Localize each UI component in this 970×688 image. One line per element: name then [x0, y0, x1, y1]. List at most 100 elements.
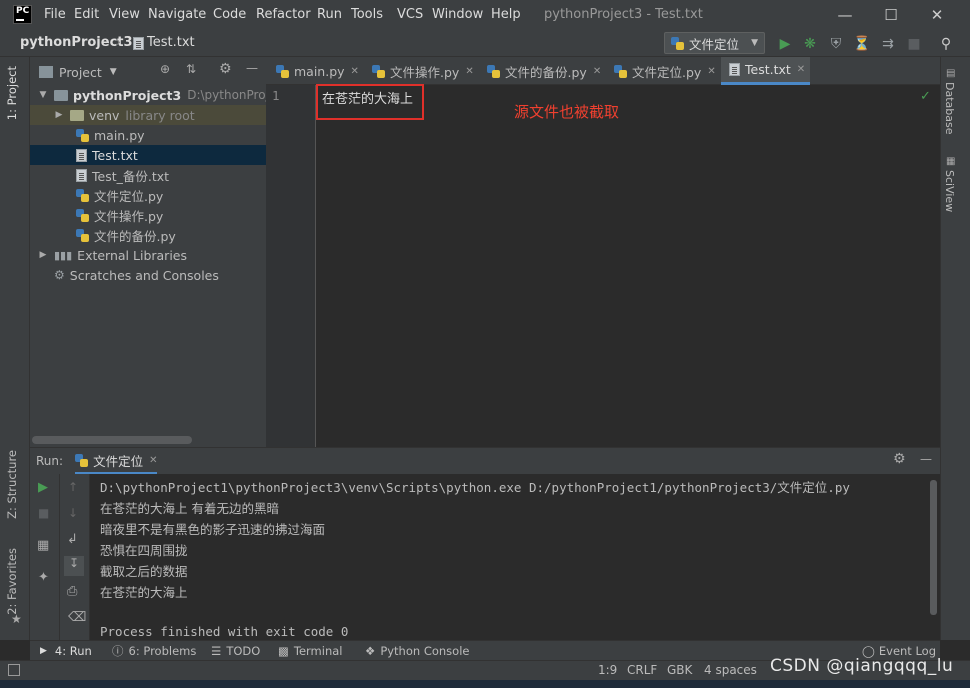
stop-icon[interactable]: ■ — [38, 506, 49, 520]
expand-right-icon[interactable]: ▶ — [52, 110, 66, 120]
tool-tab-run[interactable]: ▶ 4: Run — [40, 641, 92, 661]
tool-tab-python-console-label: Python Console — [380, 644, 470, 658]
close-icon[interactable]: ✕ — [797, 64, 805, 75]
status-position[interactable]: 1:9 — [598, 663, 617, 677]
editor-tab[interactable]: 文件的备份.py ✕ — [479, 57, 601, 85]
tool-tab-python-console[interactable]: ❖ Python Console — [365, 641, 469, 661]
editor-tab-bar: main.py ✕ 文件操作.py ✕ 文件的备份.py ✕ 文件定位.py ✕… — [266, 57, 940, 85]
status-encoding[interactable]: GBK — [667, 663, 692, 677]
menu-edit[interactable]: Edit — [74, 7, 99, 22]
close-icon[interactable]: ✕ — [593, 66, 601, 77]
soft-wrap-icon[interactable]: ↲ — [67, 532, 78, 547]
run-config-selector[interactable]: 文件定位 ▼ — [664, 32, 765, 54]
stop-icon[interactable]: ■ — [904, 34, 924, 54]
chevron-down-icon[interactable]: ▼ — [110, 67, 117, 77]
expand-down-icon[interactable]: ▼ — [36, 90, 50, 100]
tree-item-file[interactable]: main.py — [30, 125, 266, 145]
close-icon[interactable]: ✕ — [351, 66, 359, 77]
close-icon[interactable]: ✕ — [465, 66, 473, 77]
expand-right-icon[interactable]: ▶ — [36, 250, 50, 260]
gear-icon[interactable]: ⚙ — [893, 451, 906, 467]
console-line: 暗夜里不是有黑色的影子迅速的拂过海面 — [100, 522, 326, 537]
collapse-all-icon[interactable]: ⇅ — [186, 62, 196, 76]
layout-toggle-icon[interactable] — [8, 664, 20, 676]
tool-tab-favorites[interactable]: 2: Favorites — [5, 548, 19, 615]
tool-tab-terminal[interactable]: ▩ Terminal — [278, 641, 342, 661]
tool-tab-structure[interactable]: Z: Structure — [5, 450, 19, 519]
tree-item-file-selected[interactable]: Test.txt — [30, 145, 266, 165]
editor-tab[interactable]: 文件定位.py ✕ — [606, 57, 716, 85]
status-indent[interactable]: 4 spaces — [704, 663, 757, 677]
concurrency-icon[interactable]: ⇉ — [878, 34, 898, 54]
tool-tab-problems[interactable]: ⓘ 6: Problems — [112, 641, 196, 661]
run-toolbar-right: ↑ ↓ ↲ ↧ ⎙ ⌫ — [60, 474, 90, 640]
run-label: Run: — [36, 454, 64, 468]
close-icon[interactable]: ✕ — [149, 455, 157, 466]
menu-vcs[interactable]: VCS — [397, 7, 423, 22]
tree-item-scratches[interactable]: ⚙ Scratches and Consoles — [30, 265, 266, 285]
editor-tab-active[interactable]: Test.txt ✕ — [721, 57, 810, 85]
close-window-button[interactable]: ✕ — [914, 0, 960, 30]
menu-file[interactable]: File — [44, 7, 66, 22]
up-arrow-icon[interactable]: ↑ — [68, 480, 78, 494]
tree-item-file[interactable]: 文件定位.py — [30, 185, 266, 205]
coverage-icon[interactable]: ⛨ — [826, 34, 846, 54]
project-panel-title[interactable]: Project — [59, 65, 102, 80]
code-editor[interactable] — [317, 85, 940, 447]
os-taskbar — [0, 680, 970, 688]
layout-icon[interactable]: ▦ — [37, 538, 49, 553]
rerun-icon[interactable]: ▶ — [38, 480, 48, 495]
hide-icon[interactable]: — — [246, 61, 258, 75]
locate-icon[interactable]: ⊕ — [160, 62, 170, 76]
breadcrumb-file[interactable]: Test.txt — [147, 35, 195, 50]
status-line-separator[interactable]: CRLF — [627, 663, 657, 677]
close-icon[interactable]: ✕ — [707, 66, 715, 77]
menu-run[interactable]: Run — [317, 7, 342, 22]
run-icon: ▶ — [40, 646, 47, 656]
run-tab[interactable]: 文件定位 ✕ — [75, 449, 158, 474]
down-arrow-icon[interactable]: ↓ — [68, 506, 78, 520]
menu-help[interactable]: Help — [491, 7, 521, 22]
pin-icon[interactable]: ✦ — [38, 570, 49, 585]
tree-root-name: pythonProject3 — [73, 87, 182, 103]
vertical-scrollbar[interactable] — [930, 480, 937, 615]
print-icon[interactable]: ⎙ — [67, 584, 77, 599]
tool-tab-database[interactable]: Database — [943, 82, 956, 135]
profile-icon[interactable]: ⏳ — [852, 34, 872, 54]
maximize-button[interactable]: ☐ — [868, 0, 914, 30]
menu-refactor[interactable]: Refactor — [256, 7, 311, 22]
trash-icon[interactable]: ⌫ — [68, 610, 86, 625]
chevron-down-icon: ▼ — [751, 38, 758, 48]
tool-tab-todo-label: TODO — [226, 644, 261, 658]
minimize-button[interactable]: — — [822, 0, 868, 30]
horizontal-scrollbar[interactable] — [32, 436, 192, 444]
debug-icon[interactable]: ❋ — [800, 34, 820, 54]
pycharm-logo: PC — [13, 5, 32, 24]
hide-icon[interactable]: — — [920, 452, 932, 466]
line-number: 1 — [272, 88, 280, 103]
tool-tab-sciview[interactable]: SciView — [943, 170, 956, 212]
tree-item-file[interactable]: 文件的备份.py — [30, 225, 266, 245]
tree-item-file[interactable]: Test_备份.txt — [30, 165, 266, 185]
menu-window[interactable]: Window — [432, 7, 483, 22]
text-file-icon — [133, 37, 144, 50]
project-panel-header: Project ▼ ⊕ ⇅ ⚙ — — [30, 59, 266, 85]
editor-tab[interactable]: 文件操作.py ✕ — [364, 57, 474, 85]
menu-code[interactable]: Code — [213, 7, 246, 22]
menu-view[interactable]: View — [109, 7, 140, 22]
menu-navigate[interactable]: Navigate — [148, 7, 206, 22]
tree-item-root[interactable]: ▼ pythonProject3 D:\pythonProjec — [30, 85, 283, 105]
tree-item-file[interactable]: 文件操作.py — [30, 205, 266, 225]
tree-item-venv[interactable]: ▶ venv library root — [30, 105, 266, 125]
gear-icon[interactable]: ⚙ — [219, 61, 232, 77]
search-icon[interactable]: ⚲ — [936, 34, 956, 54]
tree-item-external-libraries[interactable]: ▶ ▮▮▮ External Libraries — [30, 245, 266, 265]
menu-tools[interactable]: Tools — [351, 7, 383, 22]
editor-tab[interactable]: main.py ✕ — [268, 57, 359, 85]
tool-tab-project[interactable]: 1: Project — [5, 66, 19, 120]
watermark-text: CSDN @qiangqqq_lu — [770, 656, 954, 676]
console-line: D:\pythonProject1\pythonProject3\venv\Sc… — [100, 480, 850, 495]
scroll-to-end-icon[interactable]: ↧ — [64, 556, 84, 576]
tool-tab-todo[interactable]: ☰ TODO — [211, 641, 260, 661]
run-icon[interactable]: ▶ — [775, 34, 795, 54]
